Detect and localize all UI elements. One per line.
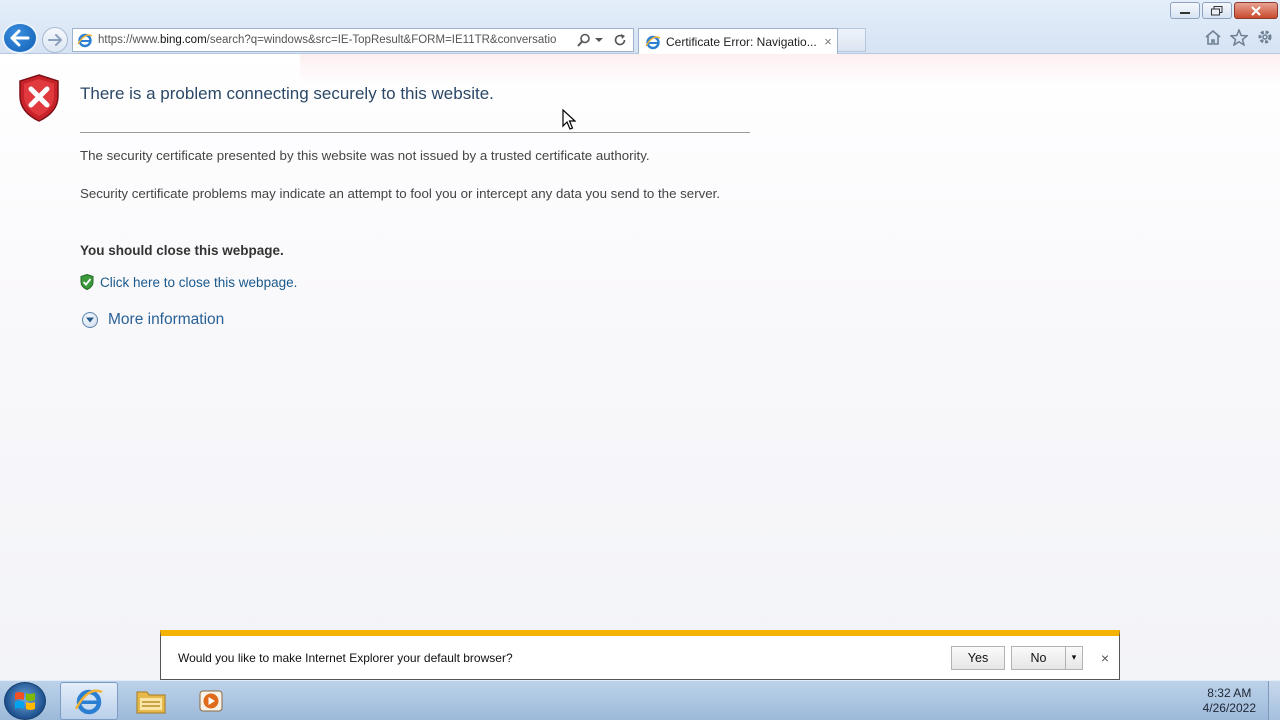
show-desktop-button[interactable] xyxy=(1268,681,1280,720)
forward-arrow-icon xyxy=(48,34,62,46)
clock-time: 8:32 AM xyxy=(1207,686,1252,700)
media-player-icon xyxy=(199,690,223,712)
search-icon[interactable] xyxy=(577,33,591,47)
file-explorer-icon xyxy=(136,691,166,714)
gear-icon xyxy=(1258,30,1272,44)
command-icons xyxy=(1204,28,1274,46)
windows-logo-icon xyxy=(15,692,35,710)
taskbar-file-explorer[interactable] xyxy=(122,682,180,720)
taskbar-internet-explorer[interactable] xyxy=(60,682,118,720)
refresh-icon[interactable] xyxy=(613,33,627,47)
back-arrow-icon xyxy=(10,29,30,47)
more-information-row[interactable]: More information xyxy=(82,311,224,329)
minimize-icon xyxy=(1180,11,1190,14)
favorites-button[interactable] xyxy=(1230,28,1248,46)
mouse-cursor-icon xyxy=(562,109,576,130)
window-controls xyxy=(1170,2,1278,19)
shield-error-icon xyxy=(19,74,59,122)
security-warning-message: Security certificate problems may indica… xyxy=(80,186,721,201)
system-clock[interactable]: 8:32 AM 4/26/2022 xyxy=(1203,686,1256,716)
close-window-button[interactable] xyxy=(1234,2,1278,19)
default-browser-notification: Would you like to make Internet Explorer… xyxy=(160,630,1120,680)
more-information-link[interactable]: More information xyxy=(108,311,224,329)
tab-close-button[interactable]: × xyxy=(819,34,837,49)
no-options-dropdown[interactable]: ▾ xyxy=(1065,645,1083,670)
internet-explorer-icon xyxy=(74,689,103,715)
green-shield-icon xyxy=(80,274,94,290)
notification-close-button[interactable]: × xyxy=(1095,650,1115,666)
page-content: There is a problem connecting securely t… xyxy=(0,54,1280,680)
close-webpage-row: Click here to close this webpage. xyxy=(80,274,297,290)
tools-button[interactable] xyxy=(1256,28,1274,46)
taskbar: 8:32 AM 4/26/2022 xyxy=(0,680,1280,720)
notification-message: Would you like to make Internet Explorer… xyxy=(178,650,513,665)
restore-button[interactable] xyxy=(1202,2,1232,19)
address-tools xyxy=(571,33,633,47)
forward-button[interactable] xyxy=(42,27,68,53)
top-fade xyxy=(300,54,1280,84)
back-button[interactable] xyxy=(2,22,38,54)
recommendation-text: You should close this webpage. xyxy=(80,243,284,258)
start-button[interactable] xyxy=(4,682,46,720)
new-tab-button[interactable] xyxy=(838,28,866,52)
browser-chrome: https://www.bing.com/search?q=windows&sr… xyxy=(0,0,1280,54)
chevron-down-icon[interactable] xyxy=(595,37,603,43)
divider xyxy=(80,132,750,133)
address-bar[interactable]: https://www.bing.com/search?q=windows&sr… xyxy=(72,28,634,52)
tab-ie-icon xyxy=(645,35,661,49)
certificate-message: The security certificate presented by th… xyxy=(80,148,650,163)
close-icon xyxy=(1251,5,1261,16)
yes-button[interactable]: Yes xyxy=(951,645,1005,670)
close-webpage-link[interactable]: Click here to close this webpage. xyxy=(100,275,297,290)
minimize-button[interactable] xyxy=(1170,2,1200,19)
no-button-group: No ▾ xyxy=(1011,645,1083,670)
page-title: There is a problem connecting securely t… xyxy=(80,84,494,103)
tab-certificate-error[interactable]: Certificate Error: Navigatio... × xyxy=(638,28,838,54)
no-button[interactable]: No xyxy=(1011,645,1065,670)
tab-title: Certificate Error: Navigatio... xyxy=(666,34,817,49)
address-url[interactable]: https://www.bing.com/search?q=windows&sr… xyxy=(98,34,571,46)
clock-date: 4/26/2022 xyxy=(1202,701,1256,715)
page-ie-icon xyxy=(77,33,93,48)
home-icon xyxy=(1205,29,1221,45)
restore-icon xyxy=(1211,5,1223,15)
home-button[interactable] xyxy=(1204,28,1222,46)
taskbar-media-player[interactable] xyxy=(182,682,240,720)
expand-chevron-icon[interactable] xyxy=(82,312,98,328)
star-icon xyxy=(1230,28,1248,46)
